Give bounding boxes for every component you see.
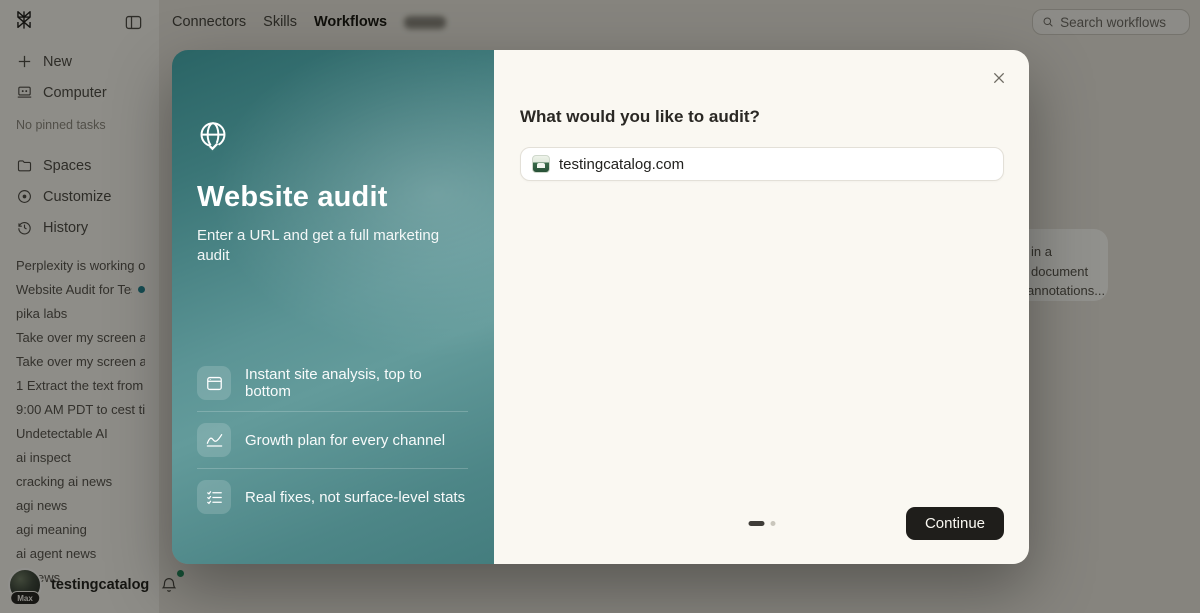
url-input[interactable]: [559, 155, 992, 173]
globe-icon: [197, 120, 468, 157]
carousel-dot-active[interactable]: [748, 520, 765, 526]
feature-label: Instant site analysis, top to bottom: [245, 366, 422, 400]
carousel-dot[interactable]: [770, 520, 776, 526]
url-input-field[interactable]: [520, 147, 1004, 181]
site-favicon: [532, 155, 550, 173]
browser-window-icon: [197, 366, 231, 400]
feature-row: Instant site analysis, top to bottom: [197, 358, 468, 408]
website-audit-modal: Website audit Enter a URL and get a full…: [172, 50, 1029, 564]
divider: [197, 411, 468, 412]
modal-title: Website audit: [197, 181, 388, 213]
modal-right-panel: What would you like to audit? Continue: [494, 50, 1029, 564]
close-icon[interactable]: [987, 66, 1011, 93]
checklist-icon: [197, 480, 231, 514]
feature-label: Real fixes, not surface-level stats: [245, 488, 466, 506]
divider: [197, 468, 468, 469]
modal-subtitle: Enter a URL and get a full marketing aud…: [197, 227, 440, 265]
feature-row: Real fixes, not surface-level stats: [197, 472, 468, 522]
continue-button[interactable]: Continue: [905, 506, 1004, 540]
modal-left-panel: Website audit Enter a URL and get a full…: [172, 50, 494, 564]
feature-label: Growth plan for every channel: [245, 431, 446, 449]
feature-row: Growth plan for every channel: [197, 415, 468, 465]
audit-question-heading: What would you like to audit?: [520, 107, 760, 126]
feature-list: Instant site analysis, top to bottom Gro…: [197, 358, 468, 522]
growth-chart-icon: [197, 423, 231, 457]
carousel-indicator: [748, 520, 776, 526]
